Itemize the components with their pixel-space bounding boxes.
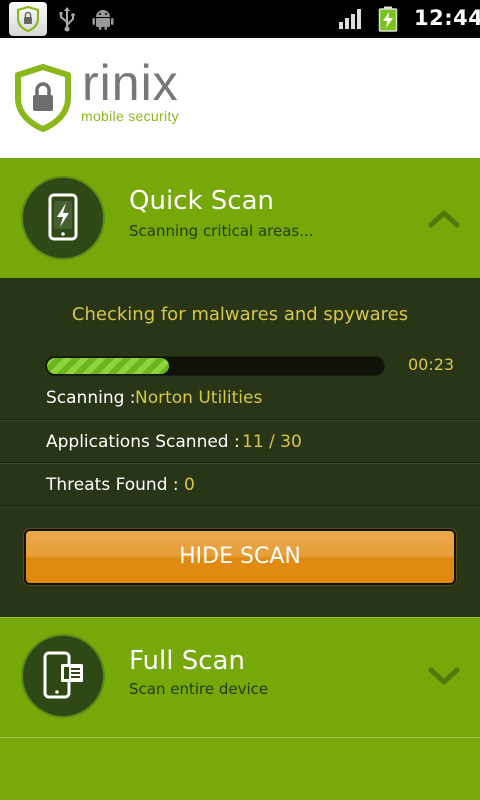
phone-card-icon xyxy=(43,651,83,699)
signal-icon xyxy=(339,9,361,29)
threats-found-value: 0 xyxy=(184,475,195,495)
notification-app-icon[interactable] xyxy=(9,2,47,36)
full-scan-title: Full Scan xyxy=(129,646,245,676)
quick-scan-icon-circle xyxy=(21,176,105,260)
empty-list-area xyxy=(0,737,480,800)
hide-scan-button[interactable]: HIDE SCAN xyxy=(24,529,456,585)
full-scan-icon-circle xyxy=(21,634,105,718)
scanning-row: Scanning : Norton Utilities xyxy=(0,377,480,420)
quick-scan-subtitle: Scanning critical areas... xyxy=(129,222,314,240)
apps-scanned-value: 11 / 30 xyxy=(242,432,302,452)
chevron-down-icon[interactable] xyxy=(428,666,460,686)
apps-scanned-row: Applications Scanned : 11 / 30 xyxy=(0,420,480,463)
full-scan-section[interactable]: Full Scan Scan entire device xyxy=(0,617,480,737)
full-scan-subtitle: Scan entire device xyxy=(129,680,269,698)
scanning-value: Norton Utilities xyxy=(135,388,263,408)
scan-heading: Checking for malwares and spywares xyxy=(71,304,409,325)
quick-scan-title: Quick Scan xyxy=(129,186,274,216)
app-tagline: mobile security xyxy=(81,108,179,124)
battery-charging-icon xyxy=(378,6,398,32)
scan-progress-bar xyxy=(45,356,385,376)
threats-found-label: Threats Found : xyxy=(46,475,179,495)
app-name: rinix xyxy=(82,55,179,111)
apps-scanned-label: Applications Scanned : xyxy=(46,432,240,452)
app-shield-icon xyxy=(17,6,39,32)
scan-progress-panel: Checking for malwares and spywares 00:23… xyxy=(0,278,480,617)
usb-icon xyxy=(59,7,75,32)
android-debug-icon xyxy=(92,10,114,30)
threats-found-row: Threats Found : 0 xyxy=(0,463,480,506)
chevron-up-icon[interactable] xyxy=(428,208,460,228)
scan-progress-fill xyxy=(47,358,169,374)
elapsed-time: 00:23 xyxy=(408,355,455,374)
quick-scan-section[interactable]: Quick Scan Scanning critical areas... xyxy=(0,158,480,278)
app-header: rinix mobile security xyxy=(0,38,480,158)
clock: 12:44 xyxy=(414,6,480,30)
phone-lightning-icon xyxy=(48,193,78,241)
scanning-label: Scanning : xyxy=(46,388,136,408)
status-bar: 12:44 xyxy=(0,0,480,38)
shield-lock-icon xyxy=(15,64,71,132)
